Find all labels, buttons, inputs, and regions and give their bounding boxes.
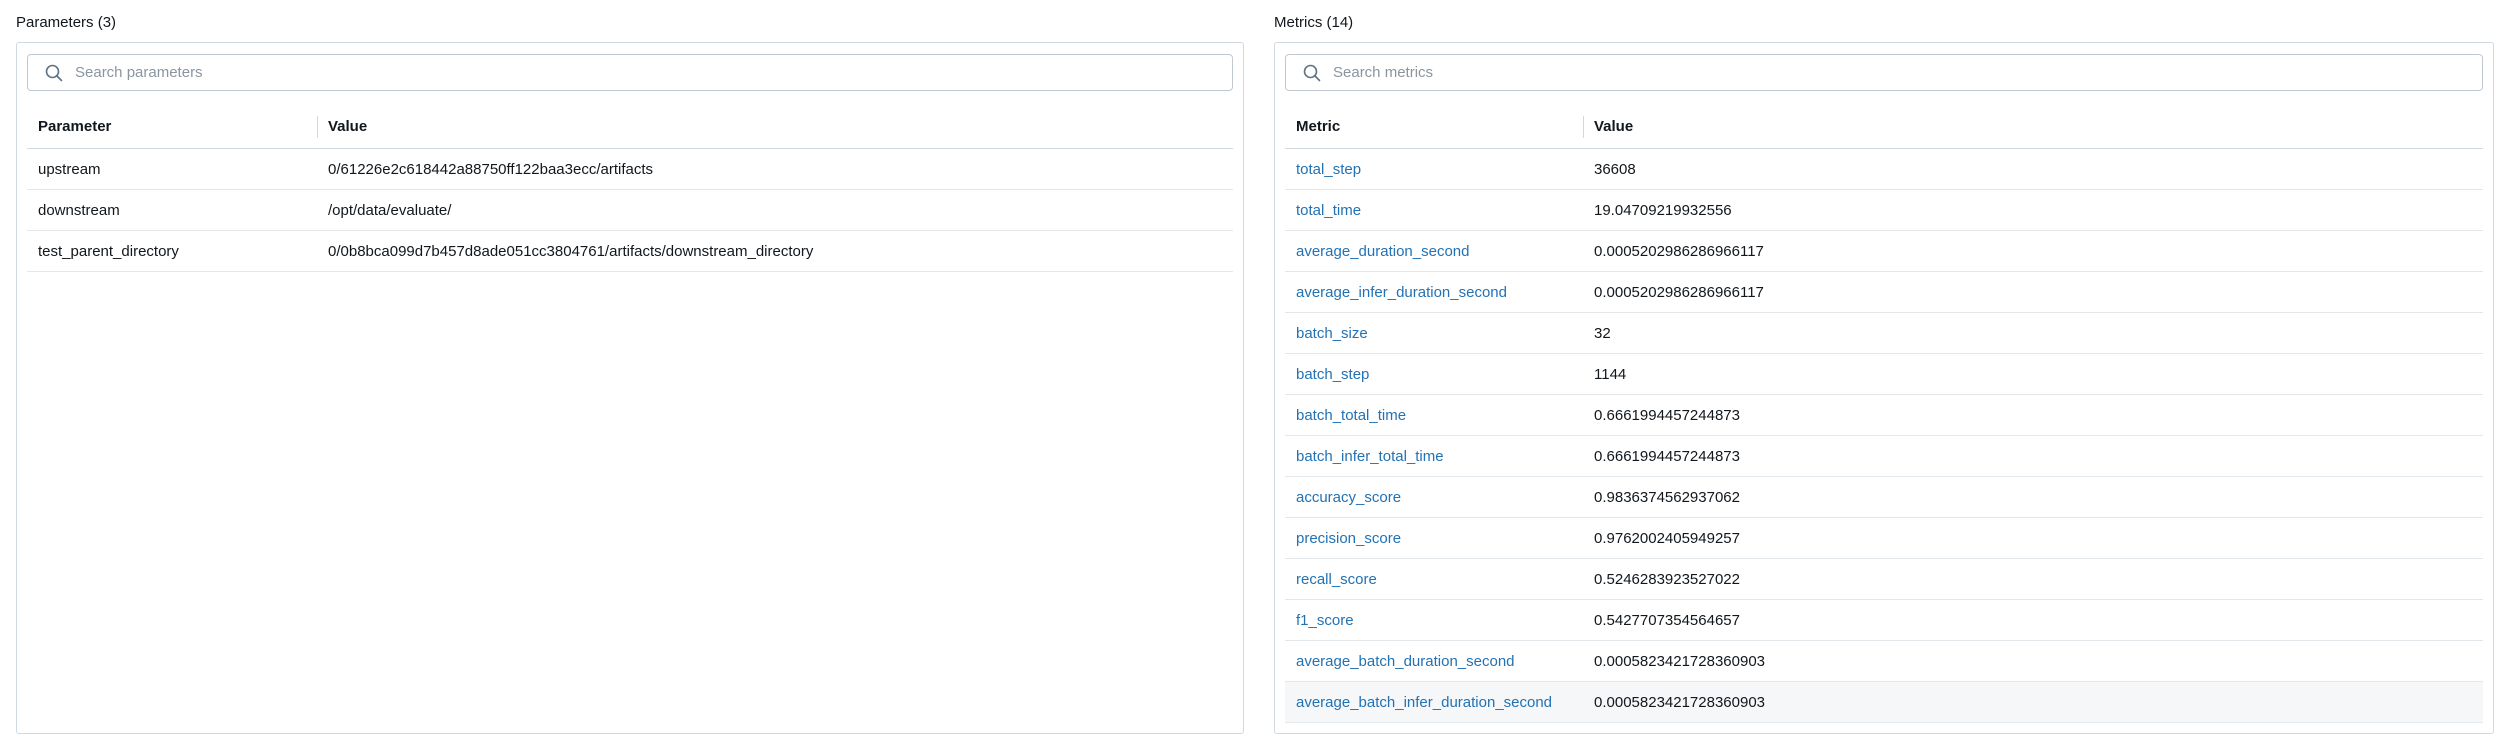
value-column-header[interactable]: Value [1583, 105, 2483, 149]
metric-name-link[interactable]: average_duration_second [1285, 230, 1583, 272]
metric-name-link[interactable]: total_step [1285, 148, 1583, 190]
parameter-value: 0/61226e2c618442a88750ff122baa3ecc/artif… [317, 148, 1233, 190]
value-column-header[interactable]: Value [317, 105, 1233, 149]
metric-value: 0.0005202986286966117 [1583, 271, 2483, 313]
table-row: downstream/opt/data/evaluate/ [27, 189, 1233, 231]
parameters-header-row: Parameter Value [27, 105, 1233, 149]
metric-value: 0.6661994457244873 [1583, 394, 2483, 436]
metric-value: 0.9762002405949257 [1583, 517, 2483, 559]
table-row: upstream 0/61226e2c618442a88750ff122baa3e… [27, 148, 1233, 190]
parameters-search-input[interactable] [75, 64, 1222, 81]
table-row: batch_infer_total_time 0.6661994457244873 [1285, 435, 2483, 477]
table-row: average_batch_duration_second 0.000582342… [1285, 640, 2483, 682]
metric-value: 19.04709219932556 [1583, 189, 2483, 231]
metric-value: 0.0005823421728360903 [1583, 681, 2483, 723]
metric-name-link[interactable]: accuracy_score [1285, 476, 1583, 518]
metric-name-link[interactable]: batch_step [1285, 353, 1583, 395]
parameter-name: test_parent_directory [27, 230, 317, 272]
table-row: batch_total_time 0.6661994457244873 [1285, 394, 2483, 436]
table-row: average_batch_infer_duration_second 0.000… [1285, 681, 2483, 723]
table-row: precision_score 0.9762002405949257 [1285, 517, 2483, 559]
metrics-header-row: Metric Value [1285, 105, 2483, 149]
metric-value: 0.0005823421728360903 [1583, 640, 2483, 682]
metric-value: 0.9836374562937062 [1583, 476, 2483, 518]
parameters-table: Parameter Value upstream 0/61226e2c618442… [27, 105, 1233, 272]
metrics-panel: Metric Value total_step36608total_time19… [1274, 42, 2494, 734]
table-row: test_parent_directory 0/0b8bca099d7b457d8… [27, 230, 1233, 272]
parameters-search[interactable] [27, 54, 1233, 91]
metric-name-link[interactable]: total_time [1285, 189, 1583, 231]
metrics-search-input[interactable] [1333, 64, 2472, 81]
table-row: average_infer_duration_second 0.000520298… [1285, 271, 2483, 313]
metric-value: 0.5427707354564657 [1583, 599, 2483, 641]
table-row: f1_score 0.5427707354564657 [1285, 599, 2483, 641]
table-row: batch_step 1144 [1285, 353, 2483, 395]
metric-name-link[interactable]: f1_score [1285, 599, 1583, 641]
metrics-title: Metrics (14) [1274, 14, 1354, 31]
table-row: batch_size 32 [1285, 312, 2483, 354]
table-row: total_step 36608 [1285, 148, 2483, 190]
parameter-column-header[interactable]: Parameter [27, 105, 317, 149]
metric-value: 0.6661994457244873 [1583, 435, 2483, 477]
metric-value: 0.5246283923527022 [1583, 558, 2483, 600]
metric-name-link[interactable]: recall_score [1285, 558, 1583, 600]
metric-value: 32 [1583, 312, 2483, 354]
search-icon [1303, 64, 1321, 81]
parameter-value: /opt/data/evaluate/ [317, 189, 1233, 231]
metric-name-link[interactable]: batch_size [1285, 312, 1583, 354]
metric-name-link[interactable]: average_batch_duration_second [1285, 640, 1583, 682]
metric-value: 36608 [1583, 148, 2483, 190]
metric-column-header[interactable]: Metric [1285, 105, 1583, 149]
metric-value: 0.0005202986286966117 [1583, 230, 2483, 272]
table-row: accuracy_score 0.9836374562937062 [1285, 476, 2483, 518]
parameter-name: downstream [27, 189, 317, 231]
table-row: recall_score 0.5246283923527022 [1285, 558, 2483, 600]
table-row: total_time 19.04709219932556 [1285, 189, 2483, 231]
table-row: average_duration_second 0.000520298628696… [1285, 230, 2483, 272]
parameter-name: upstream [27, 148, 317, 190]
search-icon [45, 64, 63, 81]
parameters-title: Parameters (3) [16, 14, 117, 31]
metric-name-link[interactable]: batch_infer_total_time [1285, 435, 1583, 477]
metric-name-link[interactable]: batch_total_time [1285, 394, 1583, 436]
metrics-table: Metric Value total_step 36608 total_time 19… [1285, 105, 2483, 723]
parameters-panel: Parameter Value upstream0/61226e2c618442… [16, 42, 1244, 734]
parameter-value: 0/0b8bca099d7b457d8ade051cc3804761/artif… [317, 230, 1233, 272]
metric-name-link[interactable]: average_batch_infer_duration_second [1285, 681, 1583, 723]
metric-name-link[interactable]: precision_score [1285, 517, 1583, 559]
metric-name-link[interactable]: average_infer_duration_second [1285, 271, 1583, 313]
metric-value: 1144 [1583, 353, 2483, 395]
metrics-search[interactable] [1285, 54, 2483, 91]
